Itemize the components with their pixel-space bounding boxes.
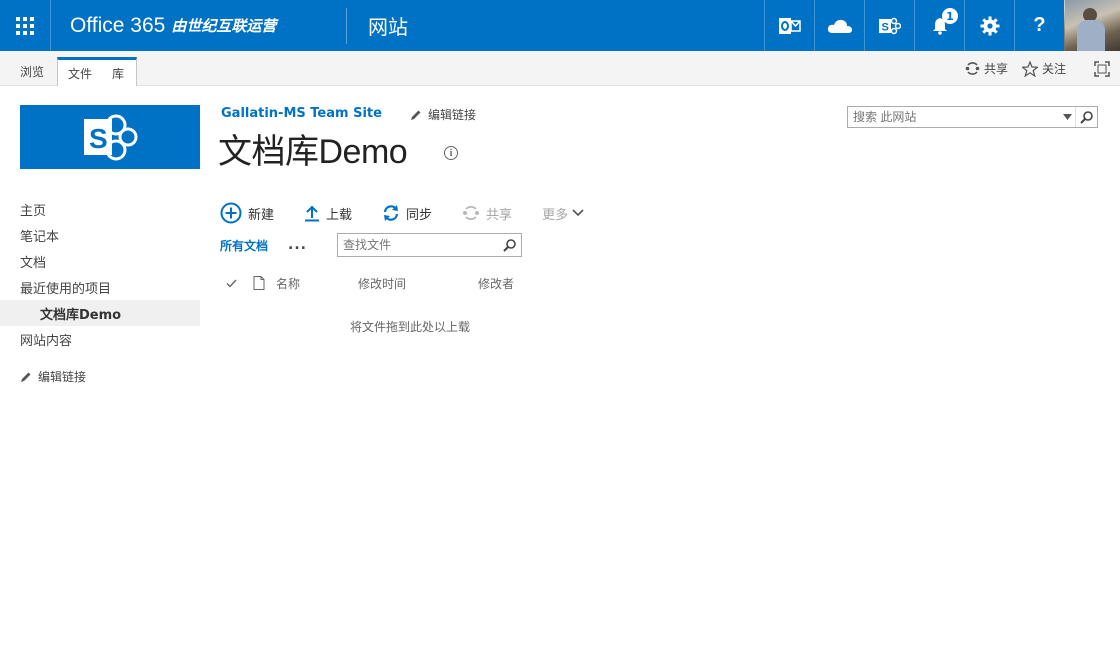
star-icon — [1021, 60, 1038, 77]
brand-logo[interactable]: Office 365 由世纪互联运营 — [70, 0, 276, 51]
nav-item-recent[interactable]: 最近使用的项目 — [0, 274, 200, 300]
sharepoint-logo-icon: S — [84, 114, 138, 161]
nav-item-notebook[interactable]: 笔记本 — [0, 222, 200, 248]
tab-group-library-tools: 文件 库 — [57, 57, 137, 86]
waffle-icon — [16, 16, 34, 35]
site-search-button[interactable] — [1075, 107, 1097, 127]
sharepoint-button[interactable]: S — [864, 0, 914, 51]
site-search-box — [847, 106, 1098, 128]
sync-button[interactable]: 同步 — [382, 204, 432, 223]
tab-file[interactable]: 文件 — [58, 65, 102, 82]
brand-operator: 由世纪互联运营 — [171, 18, 277, 35]
share-label: 共享 — [983, 62, 1008, 76]
svg-text:S: S — [89, 123, 108, 154]
svg-text:S: S — [881, 21, 888, 33]
plus-circle-icon — [220, 202, 242, 224]
view-options-ellipsis[interactable]: ... — [288, 237, 307, 253]
sharepoint-icon: S — [878, 17, 901, 34]
nav-edit-links-label: 编辑链接 — [38, 370, 87, 384]
left-navigation: 主页 笔记本 文档 最近使用的项目 文档库Demo 网站内容 — [0, 196, 200, 352]
outlook-icon — [778, 17, 801, 34]
gear-icon — [980, 16, 999, 35]
suite-bar: Office 365 由世纪互联运营 网站 S 1 ? — [0, 0, 1120, 51]
command-bar: 新建 上载 同步 共享 更多 — [220, 201, 614, 225]
pencil-icon — [21, 372, 31, 382]
pencil-icon — [411, 110, 421, 120]
more-button[interactable]: 更多 — [542, 204, 584, 223]
document-icon — [253, 276, 265, 290]
site-title-link[interactable]: Gallatin-MS Team Site — [221, 106, 382, 121]
view-all-documents[interactable]: 所有文档 — [220, 237, 268, 254]
new-label: 新建 — [248, 207, 275, 223]
notification-badge: 1 — [942, 8, 958, 24]
list-column-headers: 名称 修改时间 修改者 — [220, 272, 558, 294]
site-logo[interactable]: S — [20, 105, 200, 169]
fullscreen-icon — [1094, 60, 1110, 77]
chevron-down-icon — [1062, 114, 1072, 120]
follow-label: 关注 — [1041, 62, 1066, 76]
drop-files-hint: 将文件拖到此处以上载 — [350, 320, 471, 334]
share-icon — [965, 62, 980, 75]
info-icon[interactable]: i — [444, 146, 458, 160]
column-modified-by[interactable]: 修改者 — [478, 275, 558, 292]
avatar[interactable] — [1064, 0, 1120, 51]
view-selector-row: 所有文档 ... — [220, 233, 522, 257]
nav-item-documents[interactable]: 文档 — [0, 248, 200, 274]
chevron-down-icon — [572, 209, 584, 217]
search-icon — [1080, 110, 1093, 124]
column-modified[interactable]: 修改时间 — [358, 275, 478, 292]
help-button[interactable]: ? — [1014, 0, 1064, 51]
find-file-input[interactable] — [337, 234, 499, 256]
select-all-checkbox[interactable] — [220, 279, 242, 288]
upload-button[interactable]: 上载 — [304, 204, 352, 223]
column-type[interactable] — [242, 276, 276, 290]
suite-icons: S 1 ? — [764, 0, 1120, 51]
ribbon-actions: 共享 关注 — [965, 51, 1110, 86]
follow-button[interactable]: 关注 — [1021, 60, 1066, 77]
ribbon-tab-bar: 浏览 文件 库 共享 关注 — [0, 51, 1120, 86]
header-edit-links[interactable]: 编辑链接 — [410, 106, 476, 123]
help-icon: ? — [1033, 14, 1046, 36]
find-file-button[interactable] — [499, 234, 521, 256]
more-label: 更多 — [542, 207, 569, 223]
page-title: 文档库Demo — [218, 133, 408, 171]
nav-item-home[interactable]: 主页 — [0, 196, 200, 222]
nav-item-site-contents[interactable]: 网站内容 — [0, 326, 200, 352]
app-launcher-button[interactable] — [0, 0, 51, 51]
share-page-button[interactable]: 共享 — [965, 60, 1008, 77]
site-search-input[interactable] — [848, 107, 1059, 127]
upload-icon — [305, 205, 320, 222]
column-name[interactable]: 名称 — [276, 275, 358, 292]
new-button[interactable]: 新建 — [220, 202, 274, 224]
settings-button[interactable] — [964, 0, 1014, 51]
tab-library[interactable]: 库 — [102, 65, 134, 82]
share-label: 共享 — [486, 207, 513, 223]
outlook-button[interactable] — [764, 0, 814, 51]
onedrive-button[interactable] — [814, 0, 864, 51]
sync-icon — [383, 205, 399, 221]
search-icon — [503, 238, 517, 252]
find-file-box — [336, 233, 522, 257]
tab-browse[interactable]: 浏览 — [10, 57, 54, 86]
nav-item-current-library[interactable]: 文档库Demo — [0, 300, 200, 326]
notifications-button[interactable]: 1 — [914, 0, 964, 51]
brand-name: Office 365 — [70, 13, 166, 37]
suite-site-link[interactable]: 网站 — [368, 0, 408, 51]
search-scope-dropdown[interactable] — [1059, 114, 1075, 120]
header-edit-links-label: 编辑链接 — [428, 108, 477, 122]
upload-label: 上载 — [326, 207, 353, 223]
share-button[interactable]: 共享 — [462, 204, 512, 223]
share-icon — [463, 206, 480, 220]
focus-content-button[interactable] — [1094, 60, 1110, 77]
checkmark-icon — [226, 279, 237, 288]
onedrive-icon — [827, 19, 852, 33]
sync-label: 同步 — [406, 207, 433, 223]
nav-edit-links[interactable]: 编辑链接 — [20, 368, 86, 385]
brand-divider — [346, 8, 347, 44]
